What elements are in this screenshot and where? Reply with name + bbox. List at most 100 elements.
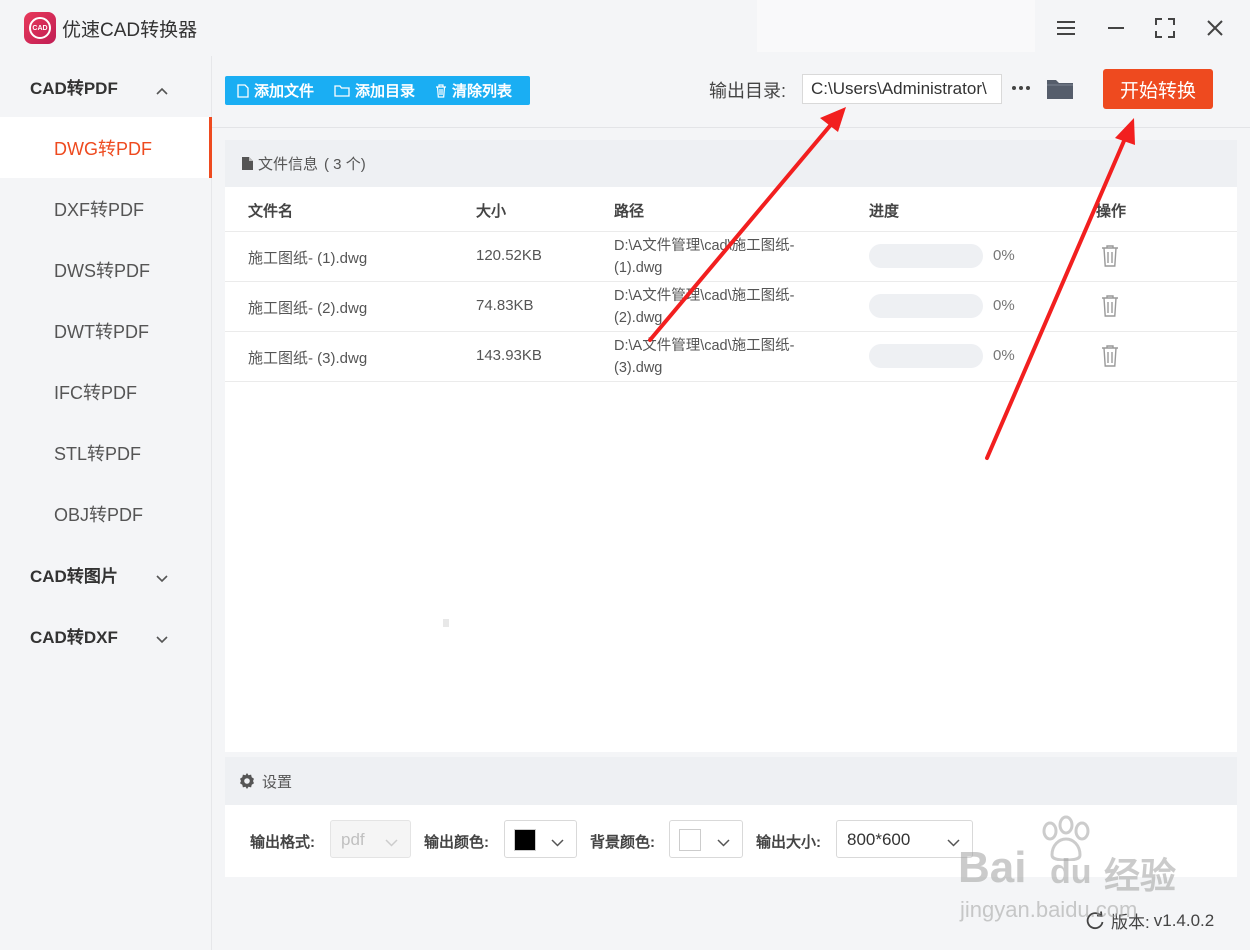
output-format-label: 输出格式: [250, 834, 315, 851]
refresh-icon[interactable] [1085, 910, 1105, 931]
file-path: D:\A文件管理\cad\施工图纸- (3).dwg [614, 335, 824, 379]
output-size-select[interactable]: 800*600 [836, 820, 973, 858]
sidebar-group-cad-to-image[interactable]: CAD转图片 [0, 544, 212, 605]
progress-percent: 0% [993, 247, 1015, 264]
close-icon[interactable] [1199, 12, 1231, 44]
clear-list-label: 清除列表 [452, 83, 513, 100]
start-convert-button[interactable]: 开始转换 [1103, 69, 1213, 109]
output-color-swatch [514, 829, 536, 851]
file-path: D:\A文件管理\cad\施工图纸- (1).dwg [614, 235, 824, 279]
progress-bar [869, 344, 983, 368]
sidebar-item-dwg-to-pdf[interactable]: DWG转PDF [0, 117, 212, 178]
file-path: D:\A文件管理\cad\施工图纸- (2).dwg [614, 285, 824, 329]
output-dir-input[interactable]: C:\Users\Administrator\ [802, 74, 1002, 104]
file-size: 143.93KB [476, 347, 542, 364]
file-path-line: (1).dwg [614, 260, 663, 276]
settings-header: 设置 [225, 757, 1237, 805]
sidebar-item-label: DWS转PDF [54, 260, 150, 281]
add-directory-button[interactable]: 添加目录 [322, 76, 423, 105]
sidebar-item-label: DWT转PDF [54, 321, 149, 342]
file-info-header: 文件信息 ( 3 个) [225, 140, 1237, 187]
minimize-icon[interactable] [1100, 12, 1132, 44]
table-row: 施工图纸- (3).dwg 143.93KB D:\A文件管理\cad\施工图纸… [225, 332, 1237, 382]
column-header-name: 文件名 [248, 203, 294, 220]
column-header-progress: 进度 [869, 203, 900, 220]
delete-row-icon[interactable] [1100, 344, 1120, 373]
sidebar-group-label: CAD转图片 [30, 567, 118, 586]
chevron-down-icon [947, 834, 960, 852]
sidebar-item-obj-to-pdf[interactable]: OBJ转PDF [0, 483, 212, 544]
sidebar-item-ifc-to-pdf[interactable]: IFC转PDF [0, 361, 212, 422]
ellipsis-icon [1012, 86, 1030, 90]
background-color-label: 背景颜色: [590, 834, 655, 851]
add-file-button[interactable]: 添加文件 [225, 76, 322, 105]
sidebar-item-label: STL转PDF [54, 443, 142, 464]
sidebar-group-cad-to-dxf[interactable]: CAD转DXF [0, 605, 212, 666]
file-name: 施工图纸- (1).dwg [248, 250, 368, 267]
sidebar-group-label: CAD转DXF [30, 628, 118, 647]
file-path-line: (2).dwg [614, 310, 663, 326]
add-file-label: 添加文件 [254, 83, 315, 100]
file-path-line: D:\A文件管理\cad\施工图纸- [614, 288, 795, 304]
app-title: 优速CAD转换器 [62, 20, 198, 41]
stray-mark [443, 619, 449, 627]
progress-bar [869, 294, 983, 318]
add-directory-label: 添加目录 [355, 83, 416, 100]
chevron-down-icon [385, 834, 398, 852]
output-format-select: pdf [330, 820, 411, 858]
delete-row-icon[interactable] [1100, 294, 1120, 323]
file-info-label: 文件信息 [258, 156, 319, 173]
sidebar-item-dwt-to-pdf[interactable]: DWT转PDF [0, 300, 212, 361]
chevron-down-icon [156, 629, 168, 649]
chevron-up-icon [156, 80, 168, 100]
folder-outline-icon [334, 85, 350, 97]
chevron-down-icon [156, 568, 168, 588]
sidebar: CAD转PDF DWG转PDF DXF转PDF DWS转PDF DWT转PDF … [0, 56, 212, 950]
sidebar-group-cad-to-pdf[interactable]: CAD转PDF [0, 56, 212, 117]
chevron-down-icon [551, 834, 564, 852]
file-path-line: (3).dwg [614, 360, 663, 376]
file-size: 74.83KB [476, 297, 534, 314]
background-color-swatch [679, 829, 701, 851]
file-path-line: D:\A文件管理\cad\施工图纸- [614, 238, 795, 254]
output-color-select[interactable] [504, 820, 577, 858]
file-list-panel: 文件信息 ( 3 个) 文件名 大小 路径 进度 操作 施工图纸- (1).dw… [225, 140, 1237, 752]
sidebar-group-label: CAD转PDF [30, 79, 118, 98]
output-size-label: 输出大小: [756, 834, 821, 851]
background-color-select[interactable] [669, 820, 743, 858]
table-row: 施工图纸- (2).dwg 74.83KB D:\A文件管理\cad\施工图纸-… [225, 282, 1237, 332]
toolbar-divider [212, 127, 1250, 128]
column-header-path: 路径 [614, 203, 645, 220]
file-path-line: D:\A文件管理\cad\施工图纸- [614, 338, 795, 354]
document-icon [242, 157, 253, 170]
folder-icon[interactable] [1046, 76, 1074, 100]
sidebar-item-stl-to-pdf[interactable]: STL转PDF [0, 422, 212, 483]
app-logo: CAD [24, 12, 56, 44]
maximize-icon[interactable] [1149, 12, 1181, 44]
sidebar-item-label: IFC转PDF [54, 382, 137, 403]
trash-icon [436, 83, 447, 98]
file-size: 120.52KB [476, 247, 542, 264]
sidebar-item-label: DXF转PDF [54, 199, 144, 220]
gear-icon [240, 773, 254, 789]
sidebar-item-label: DWG转PDF [54, 138, 152, 159]
delete-row-icon[interactable] [1100, 244, 1120, 273]
table-row: 施工图纸- (1).dwg 120.52KB D:\A文件管理\cad\施工图纸… [225, 232, 1237, 282]
progress-bar [869, 244, 983, 268]
sidebar-item-label: OBJ转PDF [54, 504, 144, 525]
title-blank-area [757, 0, 1035, 52]
sidebar-item-dxf-to-pdf[interactable]: DXF转PDF [0, 178, 212, 239]
app-logo-text: CAD [29, 17, 51, 39]
column-header-action: 操作 [1096, 203, 1127, 220]
menu-icon[interactable] [1050, 12, 1082, 44]
output-color-label: 输出颜色: [424, 834, 489, 851]
version-info: 版本: v1.4.0.2 [1085, 908, 1214, 933]
output-format-value: pdf [341, 830, 365, 849]
version-label: 版本: [1111, 913, 1150, 932]
output-size-value: 800*600 [847, 830, 911, 849]
sidebar-item-dws-to-pdf[interactable]: DWS转PDF [0, 239, 212, 300]
clear-list-button[interactable]: 清除列表 [423, 76, 520, 105]
chevron-down-icon [717, 834, 730, 852]
more-options-button[interactable] [1010, 76, 1032, 100]
settings-title: 设置 [262, 773, 293, 791]
